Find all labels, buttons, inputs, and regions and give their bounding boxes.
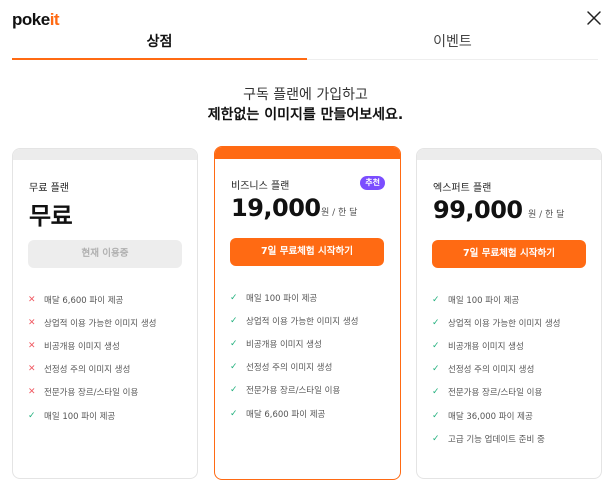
free-trial-button[interactable]: 7일 무료체험 시작하기: [432, 240, 586, 268]
feature-text: 매달 6,600 파이 제공: [246, 409, 326, 420]
feature-text: 상업적 이용 가능한 이미지 생성: [44, 318, 157, 329]
brand-name-accent: it: [49, 10, 60, 29]
feature-item: ✓ 비공개용 이미지 생성: [432, 334, 560, 357]
close-icon[interactable]: [585, 9, 603, 27]
feature-item: ✓ 고급 기능 업데이트 준비 중: [432, 427, 560, 450]
feature-text: 선정성 주의 이미지 생성: [44, 365, 131, 376]
feature-item: ✓ 매달 36,000 파이 제공: [432, 404, 560, 427]
current-plan-button: 현재 이용중: [28, 240, 182, 268]
feature-text: 전문가용 장르/스타일 이용: [246, 386, 341, 397]
check-icon: ✓: [432, 433, 440, 444]
plan-top-bar: [417, 149, 601, 160]
plan-name: 엑스퍼트 플랜: [433, 183, 492, 194]
plan-top-bar: [13, 149, 197, 160]
feature-text: 선정성 주의 이미지 생성: [246, 363, 333, 374]
cross-icon: ✕: [28, 340, 36, 351]
feature-text: 고급 기능 업데이트 준비 중: [448, 434, 545, 445]
feature-item: ✕ 전문가용 장르/스타일 이용: [28, 381, 156, 404]
feature-text: 전문가용 장르/스타일 이용: [44, 388, 139, 399]
feature-list: ✓ 매일 100 파이 제공 ✓ 상업적 이용 가능한 이미지 생성 ✓ 비공개용 이…: [432, 288, 560, 450]
feature-item: ✓ 매일 100 파이 제공: [230, 286, 358, 309]
feature-item: ✓ 비공개용 이미지 생성: [230, 332, 358, 355]
check-icon: ✓: [432, 340, 440, 351]
tab-store[interactable]: 상점: [12, 32, 307, 60]
cross-icon: ✕: [28, 364, 36, 375]
feature-item: ✓ 전문가용 장르/스타일 이용: [432, 381, 560, 404]
feature-item: ✓ 매일 100 파이 제공: [432, 288, 560, 311]
feature-item: ✓ 선정성 주의 이미지 생성: [230, 356, 358, 379]
tab-bar: 상점 이벤트: [12, 32, 598, 60]
plan-price: 19,000: [231, 194, 321, 222]
plan-price: 99,000: [433, 196, 523, 224]
check-icon: ✓: [230, 408, 238, 419]
plan-card-business: 비즈니스 플랜 추천 19,000 원 / 한 달 7일 무료체험 시작하기 ✓…: [214, 146, 401, 480]
feature-text: 비공개용 이미지 생성: [448, 341, 524, 352]
feature-text: 상업적 이용 가능한 이미지 생성: [246, 316, 359, 327]
feature-text: 상업적 이용 가능한 이미지 생성: [448, 318, 561, 329]
check-icon: ✓: [432, 317, 440, 328]
headline-line-2: 제한없는 이미지를 만들어보세요.: [207, 107, 404, 123]
plan-top-bar: [215, 147, 400, 159]
feature-item: ✕ 매달 6,600 파이 제공: [28, 288, 156, 311]
feature-text: 매일 100 파이 제공: [448, 295, 520, 306]
brand-logo: pokeit: [12, 10, 60, 30]
feature-text: 비공개용 이미지 생성: [246, 339, 322, 350]
headline-line-1: 구독 플랜에 가입하고: [243, 87, 368, 103]
promo-headline: 구독 플랜에 가입하고 제한없는 이미지를 만들어보세요.: [0, 86, 611, 126]
tab-divider: [307, 59, 598, 60]
recommended-badge: 추천: [360, 176, 385, 190]
feature-text: 매일 100 파이 제공: [246, 293, 318, 304]
feature-item: ✕ 선정성 주의 이미지 생성: [28, 358, 156, 381]
check-icon: ✓: [432, 387, 440, 398]
plan-name: 무료 플랜: [29, 183, 69, 194]
feature-item: ✓ 매일 100 파이 제공: [28, 404, 156, 427]
check-icon: ✓: [28, 410, 36, 421]
feature-item: ✓ 상업적 이용 가능한 이미지 생성: [432, 311, 560, 334]
cross-icon: ✕: [28, 387, 36, 398]
cross-icon: ✕: [28, 294, 36, 305]
cross-icon: ✕: [28, 317, 36, 328]
feature-text: 매일 100 파이 제공: [44, 411, 116, 422]
feature-item: ✓ 상업적 이용 가능한 이미지 생성: [230, 309, 358, 332]
free-trial-button[interactable]: 7일 무료체험 시작하기: [230, 238, 384, 266]
feature-text: 비공개용 이미지 생성: [44, 341, 120, 352]
price-unit: 원 / 한 달: [321, 208, 358, 218]
brand-name-main: poke: [12, 10, 50, 29]
feature-text: 전문가용 장르/스타일 이용: [448, 388, 543, 399]
feature-text: 매달 6,600 파이 제공: [44, 295, 124, 306]
feature-item: ✓ 전문가용 장르/스타일 이용: [230, 379, 358, 402]
check-icon: ✓: [230, 362, 238, 373]
feature-item: ✕ 비공개용 이미지 생성: [28, 334, 156, 357]
plan-name: 비즈니스 플랜: [231, 181, 290, 192]
plan-card-free: 무료 플랜 무료 현재 이용중 ✕ 매달 6,600 파이 제공 ✕ 상업적 이용 …: [12, 148, 198, 479]
feature-text: 선정성 주의 이미지 생성: [448, 365, 535, 376]
check-icon: ✓: [230, 315, 238, 326]
plan-price: 무료: [29, 202, 73, 230]
feature-item: ✓ 선정성 주의 이미지 생성: [432, 358, 560, 381]
tab-event[interactable]: 이벤트: [307, 32, 598, 60]
price-unit: 원 / 한 달: [528, 210, 565, 220]
feature-item: ✕ 상업적 이용 가능한 이미지 생성: [28, 311, 156, 334]
feature-list: ✓ 매일 100 파이 제공 ✓ 상업적 이용 가능한 이미지 생성 ✓ 비공개용 이…: [230, 286, 358, 425]
check-icon: ✓: [432, 294, 440, 305]
check-icon: ✓: [230, 385, 238, 396]
feature-text: 매달 36,000 파이 제공: [448, 411, 533, 422]
plan-card-expert: 엑스퍼트 플랜 99,000 원 / 한 달 7일 무료체험 시작하기 ✓ 매일 …: [416, 148, 602, 479]
check-icon: ✓: [432, 364, 440, 375]
feature-item: ✓ 매달 6,600 파이 제공: [230, 402, 358, 425]
feature-list: ✕ 매달 6,600 파이 제공 ✕ 상업적 이용 가능한 이미지 생성 ✕ 비공개용…: [28, 288, 156, 427]
check-icon: ✓: [230, 338, 238, 349]
check-icon: ✓: [230, 292, 238, 303]
check-icon: ✓: [432, 410, 440, 421]
